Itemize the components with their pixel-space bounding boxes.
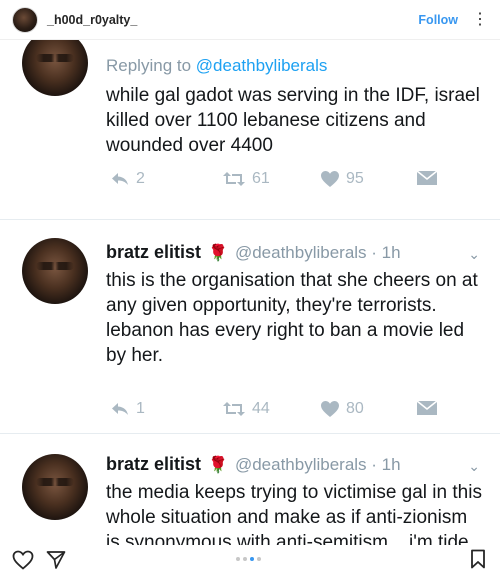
tweet-author-name[interactable]: bratz elitist xyxy=(106,242,201,263)
tweet-author-name[interactable]: bratz elitist xyxy=(106,454,201,475)
reply-mention-link[interactable]: @deathbyliberals xyxy=(196,56,328,75)
carousel-dot-active xyxy=(250,557,254,561)
tweet-3: bratz elitist 🌹 @deathbyliberals · 1h ⌄ … xyxy=(0,434,500,545)
reply-icon xyxy=(112,403,128,415)
carousel-dot xyxy=(243,557,247,561)
direct-message-button[interactable] xyxy=(416,170,438,186)
tweet-1: Replying to @deathbyliberals while gal g… xyxy=(0,40,500,220)
direct-message-button[interactable] xyxy=(416,400,438,416)
like-button[interactable]: 95 xyxy=(320,170,364,188)
tweet-author-handle[interactable]: @deathbyliberals · 1h xyxy=(235,455,401,475)
bookmark-icon[interactable] xyxy=(470,549,486,569)
tweet-avatar xyxy=(22,40,88,96)
tweet-header: bratz elitist 🌹 @deathbyliberals · 1h xyxy=(106,242,401,263)
heart-icon xyxy=(321,401,339,417)
replying-to: Replying to @deathbyliberals xyxy=(106,56,327,76)
carousel-dot xyxy=(236,557,240,561)
reply-icon xyxy=(112,173,128,185)
reply-button[interactable]: 2 xyxy=(110,170,145,188)
tweet-avatar xyxy=(22,238,88,304)
heart-icon xyxy=(321,171,339,187)
follow-button[interactable]: Follow xyxy=(418,13,458,27)
tweet-actions: 2 61 95 xyxy=(110,170,440,192)
carousel-dot xyxy=(257,557,261,561)
reply-count: 1 xyxy=(136,400,145,417)
rose-emoji: 🌹 xyxy=(208,456,228,474)
envelope-icon xyxy=(416,400,438,415)
like-count: 95 xyxy=(346,170,364,187)
rose-emoji: 🌹 xyxy=(208,244,228,262)
like-count: 80 xyxy=(346,400,364,417)
post-header: _h00d_r0yalty_ Follow ⋮ xyxy=(0,0,500,40)
post-actions-bar xyxy=(0,545,500,574)
chevron-down-icon[interactable]: ⌄ xyxy=(468,246,480,263)
profile-avatar[interactable] xyxy=(12,6,38,33)
chevron-down-icon[interactable]: ⌄ xyxy=(468,458,480,475)
replying-to-label: Replying to xyxy=(106,56,192,75)
retweet-count: 61 xyxy=(252,170,270,187)
retweet-icon xyxy=(223,172,245,186)
tweet-text: the media keeps trying to victimise gal … xyxy=(106,482,482,545)
reply-button[interactable]: 1 xyxy=(110,400,145,418)
more-vertical-icon[interactable]: ⋮ xyxy=(472,11,488,28)
profile-username[interactable]: _h00d_r0yalty_ xyxy=(47,13,137,27)
send-icon[interactable] xyxy=(46,550,66,570)
post-image: Replying to @deathbyliberals while gal g… xyxy=(0,40,500,545)
tweet-header: bratz elitist 🌹 @deathbyliberals · 1h xyxy=(106,454,401,475)
tweet-author-handle[interactable]: @deathbyliberals · 1h xyxy=(235,243,401,263)
tweet-avatar xyxy=(22,454,88,520)
reply-count: 2 xyxy=(136,170,145,187)
retweet-icon xyxy=(223,402,245,416)
tweet-2: bratz elitist 🌹 @deathbyliberals · 1h ⌄ … xyxy=(0,220,500,417)
like-heart-icon[interactable] xyxy=(12,550,34,570)
envelope-icon xyxy=(416,170,438,185)
like-button[interactable]: 80 xyxy=(320,400,364,418)
tweet-actions: 1 44 80 xyxy=(110,400,440,422)
carousel-indicator xyxy=(236,557,261,561)
retweet-button[interactable]: 61 xyxy=(222,170,270,188)
retweet-count: 44 xyxy=(252,400,270,417)
tweet-text: this is the organisation that she cheers… xyxy=(106,270,478,366)
retweet-button[interactable]: 44 xyxy=(222,400,270,418)
tweet-text: while gal gadot was serving in the IDF, … xyxy=(106,85,480,156)
